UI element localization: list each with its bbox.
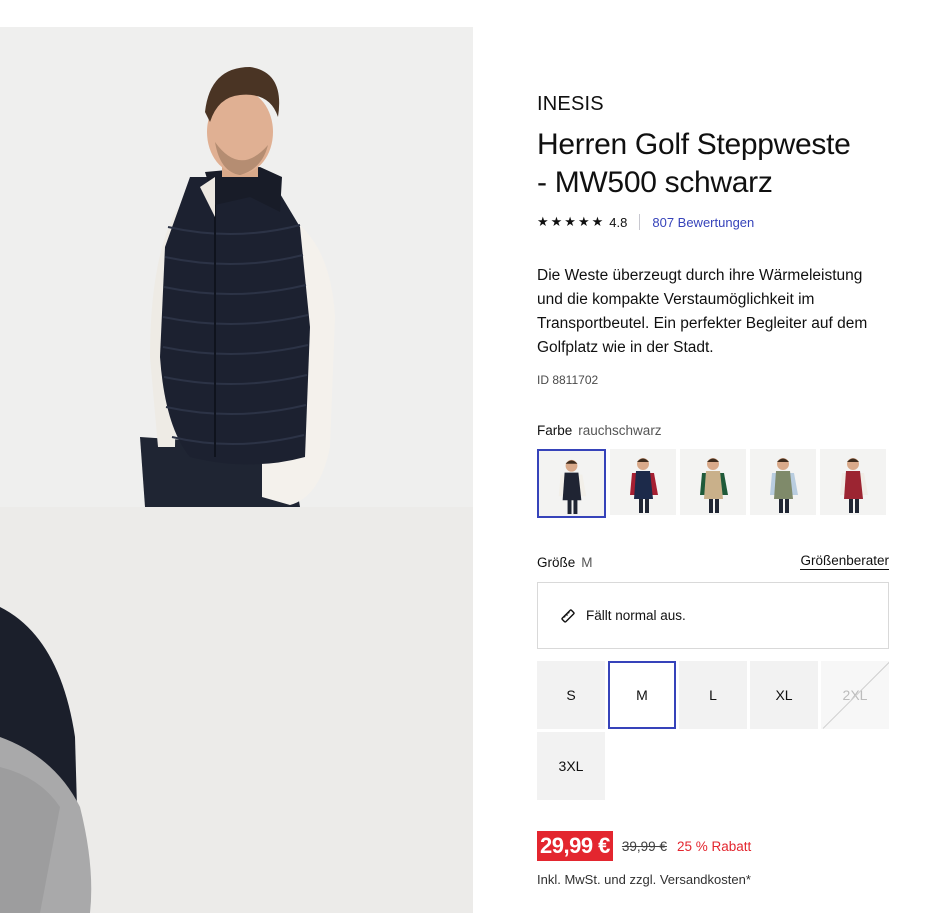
- rating-stars-icon: ★★★★★: [537, 214, 606, 229]
- price-block: 29,99 € 39,99 € 25 % Rabatt: [537, 831, 751, 861]
- color-label-text: Farbe: [537, 423, 573, 438]
- size-option-2xl: 2XL: [821, 661, 889, 729]
- swatch-model-image: [680, 449, 746, 515]
- color-swatch[interactable]: [680, 449, 746, 515]
- size-label: Größe M: [537, 555, 593, 570]
- product-title-line2: - MW500 schwarz: [537, 166, 773, 199]
- swatch-model-image: [539, 451, 604, 516]
- color-swatches: [537, 449, 886, 518]
- swatch-model-image: [820, 449, 886, 515]
- size-option-xl[interactable]: XL: [750, 661, 818, 729]
- color-label: Farbe rauchschwarz: [537, 423, 662, 438]
- swatch-model-image: [750, 449, 816, 515]
- product-description: Die Weste überzeugt durch ihre Wärmeleis…: [537, 267, 868, 356]
- rating-summary: ★★★★★ 4.8 807 Bewertungen: [537, 214, 754, 230]
- tax-note: Inkl. MwSt. und zzgl. Versandkosten*: [537, 872, 751, 887]
- size-option-3xl[interactable]: 3XL: [537, 732, 605, 800]
- color-selected-value: rauchschwarz: [578, 423, 662, 438]
- color-swatch[interactable]: [820, 449, 886, 515]
- discount-badge: 25 % Rabatt: [676, 838, 752, 854]
- divider: [639, 214, 641, 230]
- rating-value: 4.8: [609, 214, 628, 230]
- fit-info: Fällt normal aus.: [537, 582, 889, 649]
- color-swatch[interactable]: [610, 449, 676, 515]
- reviews-link[interactable]: 807 Bewertungen: [652, 215, 754, 230]
- ruler-icon: [561, 608, 575, 623]
- size-option-l[interactable]: L: [679, 661, 747, 729]
- product-photo-detail[interactable]: [0, 507, 473, 913]
- model-image: [0, 27, 473, 507]
- color-swatch[interactable]: [537, 449, 606, 518]
- swatch-model-image: [610, 449, 676, 515]
- old-price: 39,99 €: [621, 838, 667, 854]
- product-photo-main[interactable]: [0, 27, 473, 507]
- size-option-m[interactable]: M: [608, 661, 676, 729]
- size-option-s[interactable]: S: [537, 661, 605, 729]
- detail-image: [0, 507, 473, 913]
- fit-text: Fällt normal aus.: [586, 608, 686, 623]
- product-id: ID 8811702: [537, 373, 599, 387]
- product-title: Herren Golf Steppweste - MW500 schwarz: [537, 126, 851, 202]
- size-options: S M L XL 2XL 3XL: [537, 661, 889, 800]
- product-title-line1: Herren Golf Steppweste: [537, 128, 851, 161]
- size-advisor-link[interactable]: Größenberater: [800, 553, 889, 570]
- current-price: 29,99 €: [537, 831, 613, 861]
- size-label-text: Größe: [537, 555, 576, 570]
- size-selected-value: M: [581, 555, 593, 570]
- color-swatch[interactable]: [750, 449, 816, 515]
- brand-name[interactable]: INESIS: [537, 93, 604, 116]
- product-gallery: [0, 27, 473, 913]
